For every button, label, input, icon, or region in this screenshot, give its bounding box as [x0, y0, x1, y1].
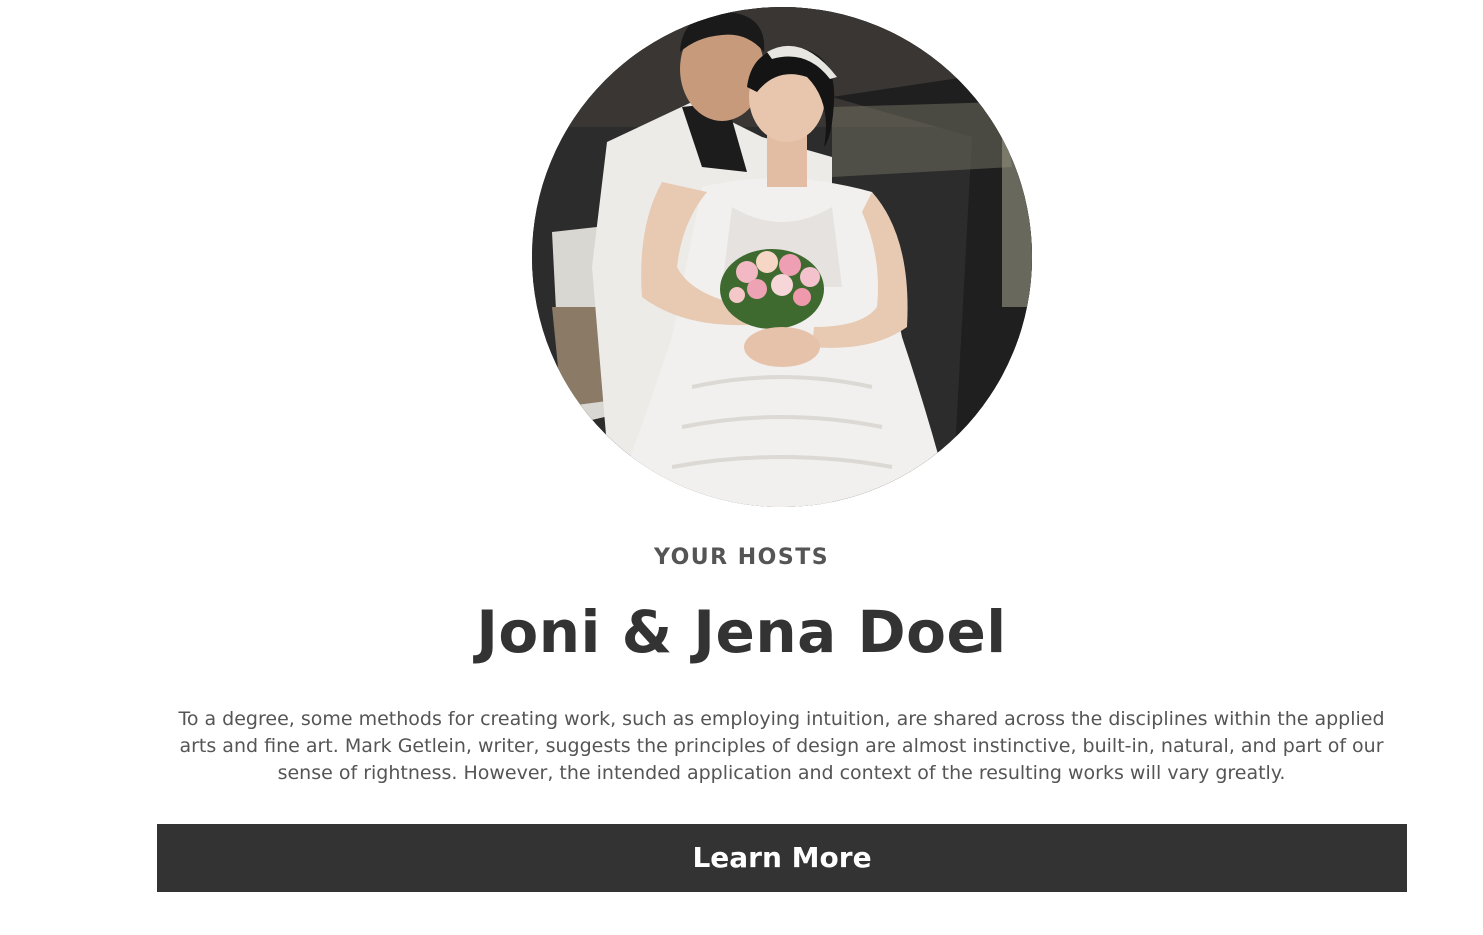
hosts-bio-text: To a degree, some methods for creating w…	[178, 708, 1385, 784]
hosts-names-heading: Joni & Jena Doel	[476, 598, 1007, 666]
section-eyebrow: YOUR HOSTS	[653, 545, 830, 570]
learn-more-button[interactable]: Learn More	[157, 824, 1407, 892]
hosts-section: YOUR HOSTS Joni & Jena Doel To a degree,…	[0, 0, 1483, 935]
hosts-photo	[532, 7, 1032, 507]
